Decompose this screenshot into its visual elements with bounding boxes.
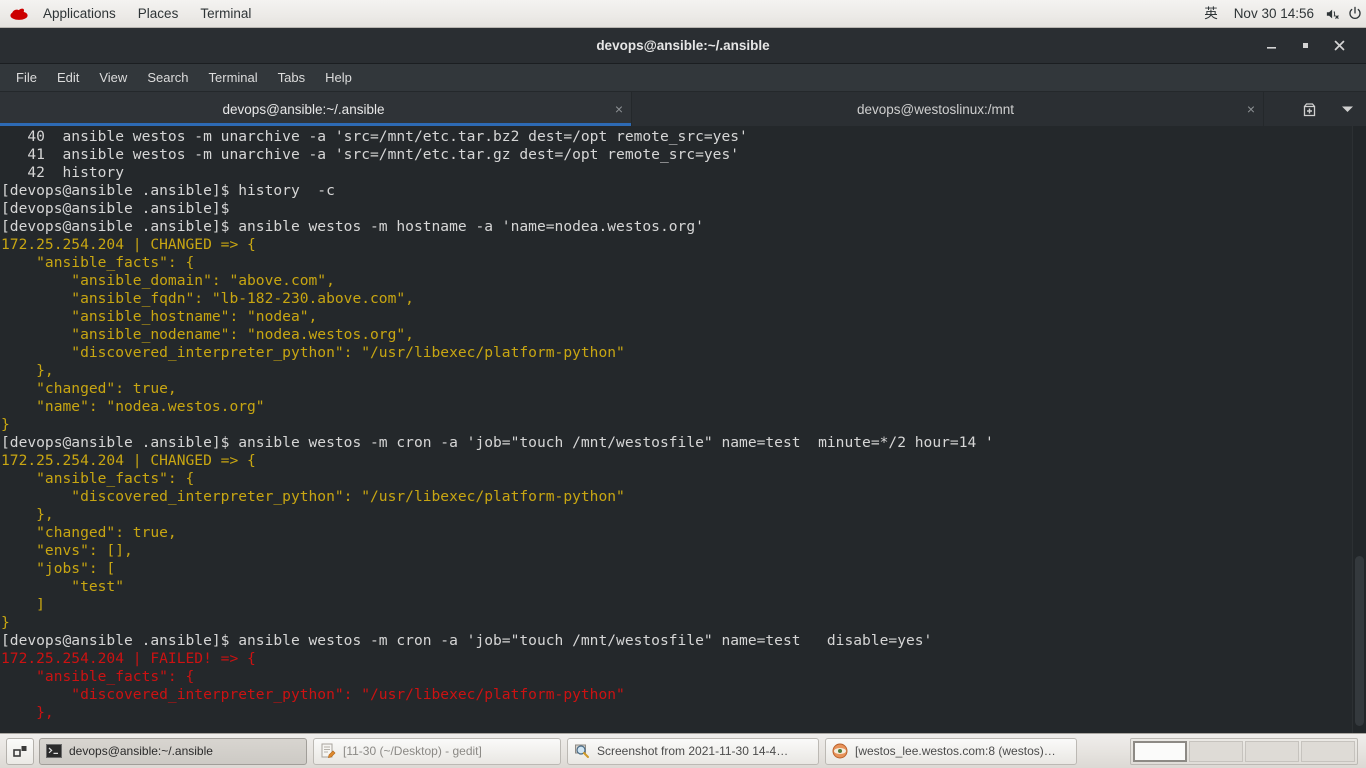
panel-menu-applications[interactable]: Applications [32,0,127,28]
terminal-line: "name": "nodea.westos.org" [1,398,265,415]
terminal-line: "ansible_facts": { [1,470,195,487]
workspace-3[interactable] [1245,740,1299,762]
terminal-line: }, [1,506,54,523]
menu-view[interactable]: View [89,64,137,92]
menu-file[interactable]: File [6,64,47,92]
workspace-4[interactable] [1301,740,1355,762]
terminal-tab-ansible[interactable]: devops@ansible:~/.ansible × [0,92,632,126]
terminal-line: "discovered_interpreter_python": "/usr/l… [1,488,625,505]
terminal-scrollbar[interactable] [1352,126,1366,733]
panel-menu-places[interactable]: Places [127,0,190,28]
taskbar-item-label: [11-30 (~/Desktop) - gedit] [343,744,482,758]
tab-label: devops@westoslinux:/mnt [856,101,1015,117]
menu-help[interactable]: Help [315,64,362,92]
workspace-1[interactable] [1133,740,1187,762]
terminal-line: [devops@ansible .ansible]$ [1,200,230,217]
terminal-line: [devops@ansible .ansible]$ ansible westo… [1,218,704,235]
screenshot-icon [573,742,591,760]
terminal-line: "ansible_domain": "above.com", [1,272,335,289]
terminal-line: "ansible_nodename": "nodea.westos.org", [1,326,414,343]
terminal-line: 172.25.254.204 | CHANGED => { [1,452,256,469]
window-controls [1254,31,1366,61]
browser-icon [831,742,849,760]
terminal-line: 40 ansible westos -m unarchive -a 'src=/… [1,128,748,145]
menu-tabs[interactable]: Tabs [268,64,315,92]
menubar: File Edit View Search Terminal Tabs Help [0,64,1366,92]
terminal-lines: 40 ansible westos -m unarchive -a 'src=/… [0,126,1352,722]
terminal-line: "changed": true, [1,524,177,541]
terminal-line: ] [1,596,45,613]
terminal-output-area[interactable]: 40 ansible westos -m unarchive -a 'src=/… [0,126,1366,733]
new-tab-icon[interactable] [1290,92,1328,126]
top-panel: Applications Places Terminal 英 Nov 30 14… [0,0,1366,28]
terminal-line: 172.25.254.204 | CHANGED => { [1,236,256,253]
input-method-indicator[interactable]: 英 [1196,0,1226,28]
taskbar-item-browser[interactable]: [westos_lee.westos.com:8 (westos)… [825,737,1077,765]
menu-edit[interactable]: Edit [47,64,89,92]
window-title: devops@ansible:~/.ansible [596,37,770,53]
terminal-line: } [1,416,10,433]
terminal-window: devops@ansible:~/.ansible File Edit View… [0,28,1366,733]
terminal-line: "ansible_facts": { [1,668,195,685]
terminal-line: "changed": true, [1,380,177,397]
workspace-2[interactable] [1189,740,1243,762]
terminal-line: "test" [1,578,125,595]
menu-terminal[interactable]: Terminal [199,64,268,92]
tabbar-actions [1290,92,1366,126]
terminal-line: "jobs": [ [1,560,116,577]
taskbar-item-label: [westos_lee.westos.com:8 (westos)… [855,744,1056,758]
terminal-line: [devops@ansible .ansible]$ ansible westo… [1,434,994,451]
scrollbar-thumb[interactable] [1355,556,1364,726]
speaker-muted-icon[interactable] [1322,0,1344,28]
terminal-icon [45,742,63,760]
terminal-line: }, [1,704,54,721]
taskbar-item-terminal[interactable]: devops@ansible:~/.ansible [39,737,307,765]
terminal-line: "discovered_interpreter_python": "/usr/l… [1,344,625,361]
panel-menu-terminal[interactable]: Terminal [189,0,262,28]
terminal-line: "ansible_facts": { [1,254,195,271]
terminal-line: "ansible_fqdn": "lb-182-230.above.com", [1,290,414,307]
tabbar: devops@ansible:~/.ansible × devops@westo… [0,92,1366,126]
terminal-line: "ansible_hostname": "nodea", [1,308,318,325]
close-icon[interactable] [1322,31,1356,61]
terminal-line: } [1,614,10,631]
taskbar-item-gedit[interactable]: [11-30 (~/Desktop) - gedit] [313,737,561,765]
taskbar-item-screenshot[interactable]: Screenshot from 2021-11-30 14-4… [567,737,819,765]
terminal-tab-westoslinux[interactable]: devops@westoslinux:/mnt × [632,92,1264,126]
chevron-down-icon[interactable] [1328,92,1366,126]
clock[interactable]: Nov 30 14:56 [1226,0,1322,28]
minimize-icon[interactable] [1254,31,1288,61]
taskbar-item-label: Screenshot from 2021-11-30 14-4… [597,744,789,758]
tab-close-icon[interactable]: × [607,92,631,126]
show-desktop-icon[interactable] [6,737,34,765]
tab-label: devops@ansible:~/.ansible [222,101,385,117]
terminal-line: [devops@ansible .ansible]$ history -c [1,182,335,199]
redhat-logo-icon[interactable] [6,0,32,28]
terminal-line: "envs": [], [1,542,133,559]
terminal-line: 42 history [1,164,125,181]
workspace-switcher [1130,737,1358,765]
gedit-icon [319,742,337,760]
window-titlebar[interactable]: devops@ansible:~/.ansible [0,28,1366,64]
maximize-icon[interactable] [1288,31,1322,61]
power-icon[interactable] [1344,0,1366,28]
menu-search[interactable]: Search [137,64,198,92]
taskbar-item-label: devops@ansible:~/.ansible [69,744,213,758]
tab-close-icon[interactable]: × [1239,92,1263,126]
terminal-line: "discovered_interpreter_python": "/usr/l… [1,686,625,703]
terminal-line: 172.25.254.204 | FAILED! => { [1,650,256,667]
terminal-line: }, [1,362,54,379]
taskbar: devops@ansible:~/.ansible [11-30 (~/Desk… [0,733,1366,768]
terminal-line: [devops@ansible .ansible]$ ansible westo… [1,632,933,649]
top-panel-right: 英 Nov 30 14:56 [1196,0,1366,28]
terminal-line: 41 ansible westos -m unarchive -a 'src=/… [1,146,740,163]
